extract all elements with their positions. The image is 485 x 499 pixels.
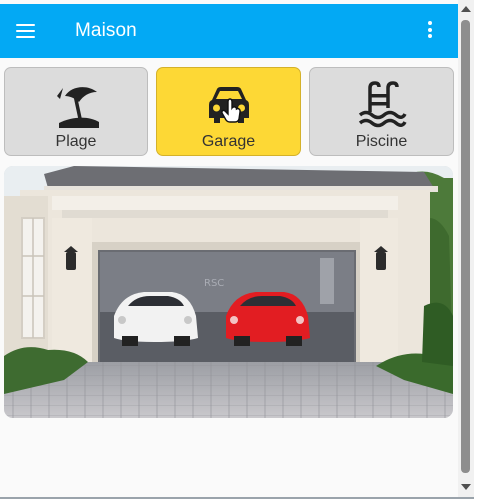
pool-icon [358,81,407,128]
page-title: Maison [75,20,137,41]
hamburger-menu-icon[interactable] [16,20,38,42]
tile-piscine[interactable]: Piscine [309,67,454,156]
more-vertical-icon[interactable] [424,21,436,43]
scroll-thumb[interactable] [461,20,470,473]
garage-scene: RSC [4,166,453,418]
scroll-up-icon[interactable] [461,6,471,12]
car-icon [208,87,249,123]
tile-label-plage: Plage [55,133,97,150]
app-toolbar: Maison [0,4,458,58]
tile-label-piscine: Piscine [355,133,408,150]
garage-sign: RSC [204,278,224,289]
tile-garage[interactable]: Garage [156,67,301,156]
tile-label-garage: Garage [201,133,256,150]
window-frame [474,0,485,499]
app-window: Maison Plage Garage Piscine RSC [0,0,474,497]
beach-umbrella-icon [57,87,99,128]
scrollbar[interactable] [458,0,474,497]
garage-camera-image: RSC [4,166,453,418]
tile-plage[interactable]: Plage [4,67,148,156]
scroll-down-icon[interactable] [461,484,471,490]
